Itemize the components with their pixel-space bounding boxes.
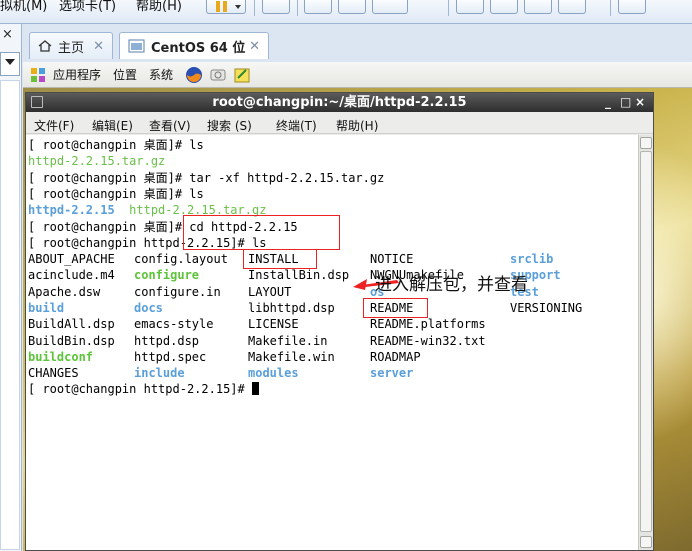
- snapshot-button[interactable]: [304, 0, 332, 14]
- ls-entry: config.layout: [134, 252, 228, 266]
- tab-bar: 主页 ✕ CentOS 64 位 ✕: [23, 24, 692, 62]
- ls-entry: Makefile.win: [248, 349, 335, 364]
- tab-centos-label: CentOS 64 位: [151, 40, 246, 56]
- terminal-prompt[interactable]: [ root@changpin httpd-2.2.15]#: [28, 381, 259, 397]
- revert-snapshot-button[interactable]: [338, 0, 366, 14]
- ls-entry: LICENSE: [248, 317, 299, 332]
- dir-entry: httpd-2.2.15: [28, 203, 115, 217]
- pause-icon: [216, 1, 241, 12]
- fullscreen-button[interactable]: [524, 0, 552, 14]
- terminal-icon: [31, 96, 43, 108]
- terminal-window[interactable]: root@changpin:~/桌面/httpd-2.2.15 _ □ × 文件…: [25, 92, 654, 551]
- tab-home-label: 主页: [58, 40, 85, 56]
- annotation-text: 进入解压包，并查看: [375, 275, 528, 295]
- firefox-icon[interactable]: [185, 66, 203, 84]
- library-tree[interactable]: [0, 80, 20, 550]
- notes-icon[interactable]: [233, 66, 251, 84]
- tab-centos[interactable]: CentOS 64 位 ✕: [119, 32, 269, 59]
- library-search-input[interactable]: [0, 52, 20, 76]
- ls-entry: docs: [134, 300, 163, 315]
- chevron-down-icon[interactable]: [5, 59, 15, 65]
- terminal-titlebar[interactable]: root@changpin:~/桌面/httpd-2.2.15 _ □ ×: [26, 93, 653, 112]
- gnome-top-panel: 应用程序 位置 系统: [23, 62, 692, 88]
- menu-system[interactable]: 系统: [149, 66, 173, 83]
- ls-entry: configure.in: [134, 284, 221, 299]
- terminal-line: [ root@changpin 桌面]# tar -xf httpd-2.2.1…: [28, 171, 385, 185]
- ls-entry: Makefile.in: [248, 333, 328, 348]
- terminal-title: root@changpin:~/桌面/httpd-2.2.15: [212, 95, 467, 110]
- ls-entry: srclib: [510, 252, 554, 266]
- close-icon[interactable]: ×: [635, 93, 645, 112]
- scroll-down-icon[interactable]: [640, 536, 652, 548]
- ls-entry: Apache.dsw: [28, 284, 101, 299]
- scroll-up-icon[interactable]: [640, 137, 652, 149]
- ls-entry: emacs-style: [134, 317, 214, 332]
- ls-entry: README-win32.txt: [370, 333, 486, 348]
- ls-entry: NOTICE: [370, 252, 414, 266]
- ls-entry: LAYOUT: [248, 284, 292, 299]
- ls-entry: acinclude.m4: [28, 268, 115, 283]
- terminal-line: httpd-2.2.15.tar.gz: [28, 154, 166, 168]
- terminal-line: [ root@changpin 桌面]# ls: [28, 187, 204, 201]
- ls-entry: BuildBin.dsp: [28, 333, 115, 348]
- scrollbar-thumb[interactable]: [640, 151, 652, 532]
- close-icon[interactable]: ✕: [249, 39, 260, 54]
- terminal-scrollbar[interactable]: [638, 135, 653, 550]
- ls-entry: configure: [134, 268, 200, 283]
- text-cursor: [251, 382, 259, 395]
- ls-entry: InstallBin.dsp: [248, 268, 350, 283]
- show-sidebar-button[interactable]: [456, 0, 484, 14]
- unity-button[interactable]: [558, 0, 586, 14]
- library-sidebar: ×: [0, 24, 22, 551]
- menu-applications[interactable]: 应用程序: [53, 66, 101, 83]
- guest-desktop[interactable]: 应用程序 位置 系统 root@changpin:~/桌面/httpd-2.2.…: [23, 62, 692, 551]
- mail-icon[interactable]: [209, 66, 227, 84]
- ls-entry: CHANGES: [28, 366, 79, 381]
- menu-edit[interactable]: 编辑(E): [92, 117, 133, 134]
- tab-home[interactable]: 主页 ✕: [29, 32, 113, 59]
- send-ctrl-alt-del-button[interactable]: [262, 0, 290, 14]
- menu-help[interactable]: 帮助(H): [136, 0, 182, 14]
- menu-vm[interactable]: 拟机(M): [0, 0, 47, 14]
- menu-terminal[interactable]: 终端(T): [276, 117, 317, 134]
- ls-entry: BuildAll.dsp: [28, 317, 115, 332]
- terminal-line: [ root@changpin 桌面]# ls: [28, 138, 204, 152]
- thumbnail-button[interactable]: [490, 0, 518, 14]
- ls-entry: buildconf: [28, 349, 94, 364]
- maximize-icon[interactable]: □: [620, 93, 631, 112]
- menu-view[interactable]: 查看(V): [149, 117, 191, 134]
- ls-entry: httpd.dsp: [134, 333, 200, 348]
- prompt-text: [ root@changpin httpd-2.2.15]#: [28, 382, 252, 396]
- snapshot-manager-button[interactable]: [372, 0, 408, 14]
- ls-entry: httpd.spec: [134, 349, 207, 364]
- console-view-button[interactable]: [618, 0, 646, 14]
- pause-button[interactable]: [206, 0, 246, 14]
- home-icon: [38, 40, 52, 52]
- ls-entry: ROADMAP: [370, 349, 421, 364]
- close-sidebar-icon[interactable]: ×: [2, 27, 13, 42]
- menu-places[interactable]: 位置: [113, 66, 137, 83]
- annotation-box-cd: [183, 215, 340, 250]
- vm-icon: [128, 39, 145, 53]
- ls-entry: README.platforms: [370, 317, 486, 332]
- ls-entry: libhttpd.dsp: [248, 300, 335, 315]
- ls-entry: VERSIONING: [510, 300, 583, 315]
- ls-entry: server: [370, 366, 414, 381]
- menu-help[interactable]: 帮助(H): [336, 117, 378, 134]
- ls-entry: ABOUT_APACHE: [28, 252, 115, 266]
- menu-file[interactable]: 文件(F): [34, 117, 74, 134]
- gnome-foot-icon: [31, 67, 45, 82]
- menu-tabs[interactable]: 选项卡(T): [59, 0, 116, 14]
- vmware-menubar: 拟机(M) 选项卡(T) 帮助(H): [0, 0, 692, 24]
- terminal-menubar: 文件(F) 编辑(E) 查看(V) 搜索 (S) 终端(T) 帮助(H): [26, 112, 653, 134]
- menu-search[interactable]: 搜索 (S): [207, 117, 252, 134]
- ls-entry: include: [134, 366, 185, 381]
- ls-entry: build: [28, 300, 65, 315]
- ls-entry: modules: [248, 366, 299, 381]
- annotation-box-readme: [363, 298, 428, 318]
- minimize-icon[interactable]: _: [605, 93, 611, 112]
- terminal-output[interactable]: [ root@changpin 桌面]# ls httpd-2.2.15.tar…: [26, 135, 638, 550]
- close-icon[interactable]: ✕: [93, 39, 104, 54]
- annotation-box-install: [243, 249, 317, 269]
